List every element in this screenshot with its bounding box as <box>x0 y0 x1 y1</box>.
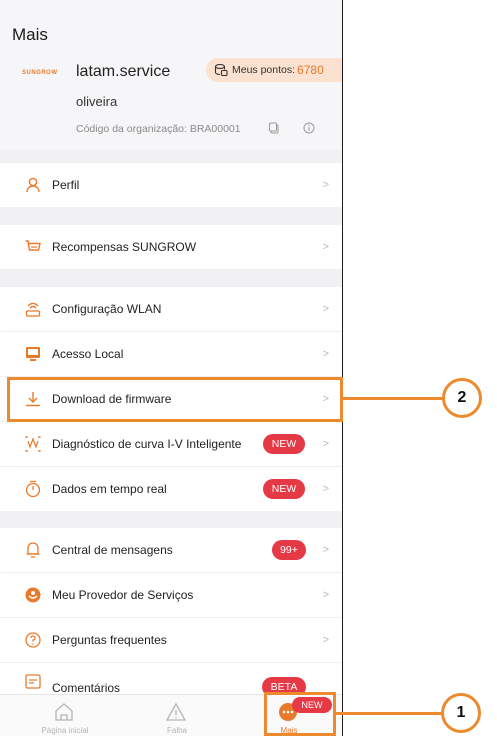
connector-line-1 <box>336 712 442 715</box>
menu-item-diagnostico-iv[interactable]: Diagnóstico de curva I-V Inteligente NEW… <box>0 422 343 466</box>
monitor-icon <box>26 347 40 361</box>
menu-item-label: Meu Provedor de Serviços <box>52 588 194 602</box>
menu-item-acesso-local[interactable]: Acesso Local > <box>0 332 343 376</box>
menu-item-label: Configuração WLAN <box>52 302 162 316</box>
warning-icon <box>165 702 187 721</box>
tab-label: Página inicial <box>41 726 89 735</box>
menu-item-label: Perfil <box>52 178 80 192</box>
page-title: Mais <box>12 25 48 44</box>
organization-code: Código da organização: BRA00001 <box>76 123 241 135</box>
connector-line-2 <box>343 397 443 400</box>
copy-icon[interactable] <box>268 122 280 134</box>
chevron-right-icon: > <box>322 303 329 315</box>
timer-icon <box>25 480 41 498</box>
menu-item-label: Diagnóstico de curva I-V Inteligente <box>52 437 242 451</box>
chevron-right-icon: > <box>322 438 329 450</box>
callout-1: 1 <box>441 693 481 733</box>
user-name: oliveira <box>76 94 118 109</box>
points-value: 6780 <box>297 63 324 77</box>
menu-item-central-mensagens[interactable]: Central de mensagens 99+ > <box>0 528 343 572</box>
menu-item-provedor[interactable]: Meu Provedor de Serviços > <box>0 573 343 617</box>
chevron-right-icon: > <box>322 634 329 646</box>
menu-item-dados-tempo-real[interactable]: Dados em tempo real NEW > <box>0 467 343 511</box>
info-icon[interactable] <box>303 122 315 134</box>
callout-2: 2 <box>442 378 482 418</box>
menu-item-label: Central de mensagens <box>52 543 173 557</box>
help-circle-icon <box>25 632 41 648</box>
chevron-right-icon: > <box>322 544 329 556</box>
user-icon <box>26 177 40 193</box>
bell-icon <box>26 542 40 558</box>
chevron-right-icon: > <box>322 589 329 601</box>
sungrow-logo: SUNGROW <box>22 70 58 76</box>
router-icon <box>25 302 41 317</box>
chevron-right-icon: > <box>322 348 329 360</box>
profile-header: Mais SUNGROW latam.service oliveira Códi… <box>0 0 343 150</box>
chevron-right-icon: > <box>322 483 329 495</box>
tab-label: Falha <box>166 726 187 735</box>
new-badge: NEW <box>263 479 305 499</box>
chevron-right-icon: > <box>322 241 329 253</box>
app-screen: Mais SUNGROW latam.service oliveira Códi… <box>0 0 343 736</box>
database-icon <box>214 63 228 77</box>
cart-icon <box>25 240 41 251</box>
home-icon <box>55 703 73 721</box>
menu-item-label: Perguntas frequentes <box>52 633 167 647</box>
highlight-more-tab <box>264 692 336 736</box>
menu-item-recompensas[interactable]: Recompensas SUNGROW > <box>0 225 343 269</box>
menu-item-wlan[interactable]: Configuração WLAN > <box>0 287 343 331</box>
count-badge: 99+ <box>272 540 306 560</box>
feedback-icon <box>25 674 41 689</box>
service-provider-icon <box>25 587 41 603</box>
highlight-firmware <box>7 377 343 422</box>
tab-faults[interactable]: Falha <box>142 695 212 736</box>
account-name: latam.service <box>76 63 171 80</box>
points-pill[interactable]: Meus pontos: 6780 <box>206 58 343 82</box>
screenshot-border <box>342 0 343 736</box>
tab-home[interactable]: Página inicial <box>30 695 100 736</box>
points-label: Meus pontos: <box>232 64 296 76</box>
menu-item-perfil[interactable]: Perfil > <box>0 163 343 207</box>
menu-item-label: Recompensas SUNGROW <box>52 240 197 254</box>
menu-item-label: Acesso Local <box>52 347 124 361</box>
chevron-right-icon: > <box>322 179 329 191</box>
iv-curve-icon <box>25 436 41 452</box>
menu-item-faq[interactable]: Perguntas frequentes > <box>0 618 343 662</box>
menu-item-label: Comentários <box>52 681 121 695</box>
menu-item-label: Dados em tempo real <box>52 482 167 496</box>
new-badge: NEW <box>263 434 305 454</box>
